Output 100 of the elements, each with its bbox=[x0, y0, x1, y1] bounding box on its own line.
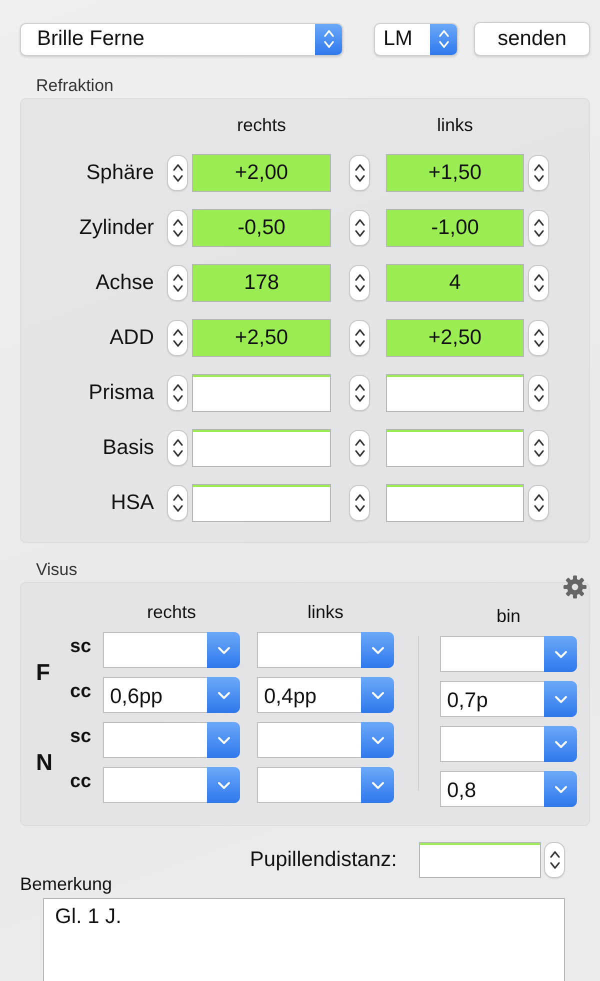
send-button[interactable]: senden bbox=[474, 22, 590, 56]
visus-dropdown[interactable]: 0,4pp bbox=[257, 677, 394, 713]
row-label: HSA bbox=[110, 491, 154, 515]
column-header: links bbox=[306, 602, 344, 623]
chevron-down-icon bbox=[554, 649, 568, 659]
chevron-down-icon bbox=[216, 735, 230, 745]
stepper[interactable] bbox=[167, 265, 188, 301]
column-header: rechts bbox=[146, 602, 198, 623]
up-down-arrows-icon bbox=[354, 437, 366, 459]
row-label: Basis bbox=[102, 436, 154, 460]
visus-dropdown[interactable] bbox=[440, 726, 577, 762]
stepper[interactable] bbox=[349, 430, 370, 466]
visus-dropdown[interactable] bbox=[103, 722, 240, 758]
visus-dropdown[interactable]: 0,7p bbox=[440, 681, 577, 717]
visus-dropdown[interactable] bbox=[257, 767, 394, 803]
up-down-arrows-icon bbox=[322, 28, 335, 50]
row-label: Zylinder bbox=[79, 216, 154, 240]
up-down-arrows-icon bbox=[354, 162, 366, 184]
value-field[interactable] bbox=[386, 429, 524, 467]
section-title: Visus bbox=[35, 560, 78, 581]
chevron-down-icon bbox=[370, 780, 384, 790]
up-down-arrows-icon bbox=[172, 272, 184, 294]
up-down-arrows-icon bbox=[354, 492, 366, 514]
chevron-down-icon bbox=[370, 645, 384, 655]
up-down-arrows-icon bbox=[354, 382, 366, 404]
chevron-down-icon bbox=[216, 780, 230, 790]
up-down-arrows-icon bbox=[532, 272, 544, 294]
up-down-arrows-icon bbox=[172, 382, 184, 404]
row-label: cc bbox=[70, 681, 92, 703]
up-down-arrows-icon bbox=[172, 327, 184, 349]
value-field[interactable]: -1,00 bbox=[386, 209, 524, 247]
stepper[interactable] bbox=[349, 155, 370, 191]
up-down-arrows-icon bbox=[438, 28, 450, 50]
profile-dropdown[interactable]: Brille Ferne bbox=[20, 22, 344, 56]
stepper[interactable] bbox=[528, 320, 549, 356]
value-field[interactable]: +1,50 bbox=[386, 154, 524, 192]
value-field[interactable] bbox=[386, 484, 524, 522]
stepper[interactable] bbox=[544, 842, 565, 878]
stepper[interactable] bbox=[349, 210, 370, 246]
up-down-arrows-icon bbox=[532, 382, 544, 404]
settings-icon[interactable] bbox=[562, 574, 588, 600]
mode-dropdown[interactable]: LM bbox=[374, 22, 458, 56]
chevron-down-icon bbox=[554, 784, 568, 794]
row-label: ADD bbox=[110, 326, 154, 350]
up-down-arrows-icon bbox=[354, 272, 366, 294]
chevron-down-icon bbox=[554, 694, 568, 704]
up-down-arrows-icon bbox=[532, 492, 544, 514]
stepper[interactable] bbox=[349, 485, 370, 521]
group-label: N bbox=[36, 749, 54, 776]
chevron-down-icon bbox=[554, 739, 568, 749]
visus-dropdown[interactable]: 0,8 bbox=[440, 771, 577, 807]
value-field[interactable]: -0,50 bbox=[192, 209, 331, 247]
stepper[interactable] bbox=[167, 155, 188, 191]
stepper[interactable] bbox=[167, 320, 188, 356]
visus-dropdown[interactable] bbox=[103, 767, 240, 803]
field-label: Pupillendistanz: bbox=[248, 848, 397, 872]
stepper[interactable] bbox=[167, 375, 188, 411]
chevron-down-icon bbox=[370, 690, 384, 700]
group-label: F bbox=[36, 659, 52, 686]
stepper[interactable] bbox=[528, 210, 549, 246]
up-down-arrows-icon bbox=[532, 327, 544, 349]
row-label: sc bbox=[70, 636, 92, 658]
row-label: Sphäre bbox=[86, 161, 154, 185]
pupil-distance-field[interactable] bbox=[419, 842, 541, 878]
column-header: rechts bbox=[236, 114, 288, 136]
visus-dropdown[interactable]: 0,6pp bbox=[103, 677, 240, 713]
value-field[interactable] bbox=[192, 429, 331, 467]
stepper[interactable] bbox=[167, 430, 188, 466]
visus-dropdown[interactable] bbox=[440, 636, 577, 672]
stepper[interactable] bbox=[167, 210, 188, 246]
stepper[interactable] bbox=[349, 265, 370, 301]
stepper[interactable] bbox=[349, 375, 370, 411]
value-field[interactable]: +2,50 bbox=[386, 319, 524, 357]
visus-dropdown[interactable] bbox=[257, 722, 394, 758]
stepper[interactable] bbox=[528, 430, 549, 466]
stepper[interactable] bbox=[528, 375, 549, 411]
stepper[interactable] bbox=[528, 265, 549, 301]
column-header: bin bbox=[495, 606, 522, 627]
stepper[interactable] bbox=[349, 320, 370, 356]
value-field[interactable] bbox=[192, 374, 331, 412]
up-down-arrows-icon bbox=[354, 217, 366, 239]
stepper[interactable] bbox=[167, 485, 188, 521]
stepper[interactable] bbox=[528, 485, 549, 521]
chevron-down-icon bbox=[370, 735, 384, 745]
stepper[interactable] bbox=[528, 155, 549, 191]
value-field[interactable] bbox=[386, 374, 524, 412]
visus-dropdown[interactable] bbox=[257, 632, 394, 668]
value-field[interactable]: +2,00 bbox=[192, 154, 331, 192]
visus-dropdown[interactable] bbox=[103, 632, 240, 668]
value-field[interactable]: 178 bbox=[192, 264, 331, 302]
value-field[interactable]: 4 bbox=[386, 264, 524, 302]
remark-field[interactable]: Gl. 1 J. bbox=[43, 898, 565, 981]
field-label: Bemerkung bbox=[19, 874, 114, 896]
up-down-arrows-icon bbox=[172, 162, 184, 184]
value-field[interactable]: +2,50 bbox=[192, 319, 331, 357]
value-field[interactable] bbox=[192, 484, 331, 522]
up-down-arrows-icon bbox=[354, 327, 366, 349]
row-label: sc bbox=[70, 726, 92, 748]
up-down-arrows-icon bbox=[532, 217, 544, 239]
row-label: Achse bbox=[96, 271, 154, 295]
